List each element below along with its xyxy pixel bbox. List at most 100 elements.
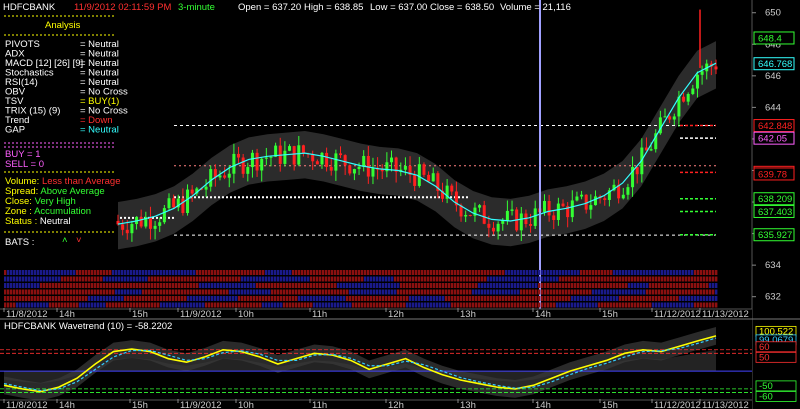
bats-cell (277, 289, 280, 295)
bats-cell (475, 296, 478, 301)
bats-cell (100, 276, 103, 282)
bats-cell (64, 302, 67, 308)
bats-cell (49, 296, 52, 301)
bats-cell (607, 270, 610, 275)
bats-cell (571, 296, 574, 301)
bats-cell (658, 270, 661, 275)
bats-cell (304, 296, 307, 301)
bats-cell (229, 302, 232, 308)
bats-label: BATS : (5, 237, 34, 248)
candle-body (482, 205, 486, 224)
bats-cell (271, 289, 274, 295)
bats-cell (220, 283, 223, 288)
bats-cell (220, 302, 223, 308)
bats-cell (676, 270, 679, 275)
bats-cell (268, 302, 271, 308)
bats-cell (274, 302, 277, 308)
bats-cell (517, 270, 520, 275)
bats-cell (208, 296, 211, 301)
bats-cell (499, 296, 502, 301)
candle-body (505, 210, 509, 221)
bats-cell (709, 276, 712, 282)
bats-cell (43, 270, 46, 275)
bats-cell (712, 276, 715, 282)
bats-cell (352, 276, 355, 282)
bats-cell (547, 283, 550, 288)
bats-cell (400, 276, 403, 282)
bats-cell (568, 289, 571, 295)
bats-cell (259, 270, 262, 275)
bats-cell (637, 302, 640, 308)
bats-cell (34, 296, 37, 301)
bats-cell (91, 270, 94, 275)
bats-cell (685, 289, 688, 295)
candle-body (246, 167, 250, 174)
bats-cell (49, 289, 52, 295)
bats-cell (529, 296, 532, 301)
bats-cell (109, 296, 112, 301)
bats-cell (115, 296, 118, 301)
bats-cell (421, 270, 424, 275)
bats-cell (106, 302, 109, 308)
bats-cell (454, 289, 457, 295)
bats-cell (496, 289, 499, 295)
price-label: 639.78 (758, 169, 787, 180)
bats-cell (412, 289, 415, 295)
bats-cell (703, 302, 706, 308)
bats-cell (598, 283, 601, 288)
bats-cell (85, 283, 88, 288)
bats-cell (604, 289, 607, 295)
bats-cell (502, 296, 505, 301)
bats-cell (490, 296, 493, 301)
bats-cell (73, 296, 76, 301)
bats-cell (406, 302, 409, 308)
bats-cell (673, 270, 676, 275)
bats-cell (421, 289, 424, 295)
bats-cell (385, 270, 388, 275)
bats-cell (685, 283, 688, 288)
x-tick-label: 14h (59, 309, 75, 320)
candle-body (413, 174, 417, 186)
bats-cell (286, 296, 289, 301)
bats-cell (253, 270, 256, 275)
candle-body (519, 213, 523, 231)
bats-cell (109, 302, 112, 308)
bats-cell (433, 296, 436, 301)
bats-cell (31, 270, 34, 275)
bats-cell (196, 289, 199, 295)
bats-cell (415, 283, 418, 288)
bats-cell (61, 270, 64, 275)
bats-cell (688, 276, 691, 282)
bats-cell (181, 283, 184, 288)
bats-cell (391, 283, 394, 288)
x-tick-label: 11/8/2012 (6, 309, 48, 320)
bats-cell (328, 302, 331, 308)
bats-cell (496, 302, 499, 308)
candle-body (552, 215, 556, 220)
bats-cell (247, 283, 250, 288)
bats-cell (475, 276, 478, 282)
bats-cell (106, 270, 109, 275)
bats-cell (589, 283, 592, 288)
bats-cell (268, 276, 271, 282)
bats-cell (64, 296, 67, 301)
bats-cell (19, 289, 22, 295)
candle-body (621, 194, 625, 199)
bats-cell (226, 296, 229, 301)
bats-cell (421, 302, 424, 308)
bats-cell (316, 276, 319, 282)
bats-cell (571, 302, 574, 308)
bats-cell (61, 302, 64, 308)
bats-cell (361, 270, 364, 275)
bats-cell (697, 302, 700, 308)
bats-cell (496, 296, 499, 301)
bats-cell (157, 302, 160, 308)
bats-cell (379, 302, 382, 308)
bats-cell (700, 276, 703, 282)
bats-cell (406, 276, 409, 282)
bats-cell (580, 289, 583, 295)
bats-cell (289, 296, 292, 301)
bats-cell (82, 283, 85, 288)
bats-cell (715, 289, 718, 295)
bats-cell (454, 283, 457, 288)
